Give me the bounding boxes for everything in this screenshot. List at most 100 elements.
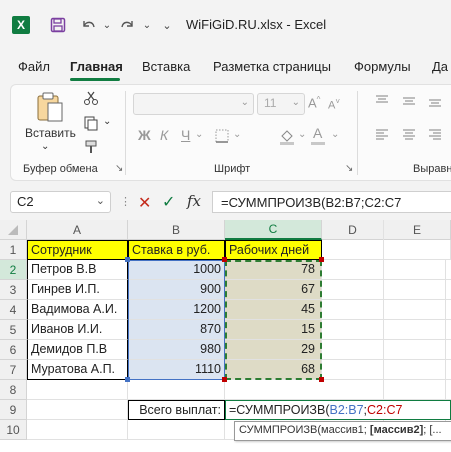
insert-function-button[interactable]: fx <box>187 192 201 210</box>
customize-toolbar-icon[interactable]: ⌄ <box>157 14 177 36</box>
clipboard-group-label: Буфер обмена <box>23 163 98 175</box>
undo-dropdown-icon[interactable]: ⌄ <box>97 14 117 36</box>
paste-dropdown-icon[interactable]: ⌄ <box>41 141 49 152</box>
name-box-value: C2 <box>17 194 34 209</box>
tab-home[interactable]: Главная <box>70 59 123 74</box>
table-header-cell[interactable]: Рабочих дней <box>225 240 322 260</box>
fill-color-icon[interactable] <box>278 127 296 148</box>
row-header[interactable]: 10 <box>0 420 27 440</box>
paste-icon[interactable] <box>35 91 65 126</box>
clipboard-launcher-icon[interactable]: ↘ <box>115 163 123 174</box>
select-all-icon <box>8 224 18 235</box>
column-header-a[interactable]: A <box>27 220 128 240</box>
column-header-e[interactable]: E <box>384 220 451 240</box>
formula-function: =СУММПРОИЗВ( <box>229 403 330 417</box>
align-right-icon[interactable] <box>428 129 442 144</box>
range-highlight-c <box>225 260 322 380</box>
column-header-b[interactable]: B <box>128 220 225 240</box>
table-cell[interactable]: Муратова А.П. <box>27 360 128 380</box>
row-header[interactable]: 5 <box>0 320 27 340</box>
row-header[interactable]: 2 <box>0 260 27 280</box>
select-all-corner[interactable] <box>0 220 27 240</box>
tab-file[interactable]: Файл <box>18 59 50 74</box>
format-painter-icon[interactable] <box>83 139 99 158</box>
cut-icon[interactable] <box>83 90 99 109</box>
font-size-value: 11 <box>264 96 277 110</box>
align-middle-icon[interactable] <box>402 95 416 110</box>
grow-font-icon[interactable]: A^ <box>308 95 320 110</box>
borders-icon[interactable] <box>214 128 230 147</box>
redo-icon[interactable] <box>118 14 138 36</box>
cancel-icon[interactable]: ✕ <box>138 193 151 213</box>
enter-icon[interactable]: ✓ <box>162 192 175 212</box>
shrink-font-icon[interactable]: A˅ <box>328 97 340 112</box>
paste-button[interactable]: Вставить <box>25 126 76 140</box>
name-box[interactable]: C2 ⌄ <box>10 191 111 213</box>
app-name: Excel <box>294 17 327 32</box>
font-size-combo[interactable]: 11 ⌄ <box>257 93 305 115</box>
total-label-cell[interactable]: Всего выплат: <box>128 400 225 420</box>
tab-formulas[interactable]: Формулы <box>354 59 411 74</box>
copy-icon[interactable] <box>83 115 99 134</box>
empty-cell[interactable] <box>384 240 451 260</box>
align-top-icon[interactable] <box>375 95 389 110</box>
formula-range-2: C2:C7 <box>367 403 403 417</box>
table-header-cell[interactable]: Сотрудник <box>27 240 128 260</box>
range-handle[interactable] <box>222 257 227 262</box>
title-bar: X ⌄ ⌄ ⌄ WiFiGiD.RU.xlsx - Excel <box>0 0 451 50</box>
row-header[interactable]: 8 <box>0 380 27 400</box>
table-cell[interactable]: Иванов И.И. <box>27 320 128 340</box>
range-handle[interactable] <box>125 257 130 262</box>
borders-dropdown-icon[interactable]: ⌄ <box>233 129 241 140</box>
align-left-icon[interactable] <box>375 129 389 144</box>
active-cell-c9[interactable]: =СУММПРОИЗВ(B2:B7;C2:C7 <box>225 400 451 420</box>
column-header-d[interactable]: D <box>322 220 384 240</box>
italic-button[interactable]: К <box>160 127 168 143</box>
font-name-combo[interactable]: ⌄ <box>133 93 254 115</box>
column-header-c[interactable]: C <box>225 220 322 240</box>
table-cell[interactable]: Петров В.В <box>27 260 128 280</box>
range-handle[interactable] <box>319 377 324 382</box>
range-highlight-b <box>128 260 225 380</box>
align-center-icon[interactable] <box>402 129 416 144</box>
table-cell[interactable]: Демидов П.В <box>27 340 128 360</box>
fill-color-dropdown-icon[interactable]: ⌄ <box>298 129 306 140</box>
tooltip-arg1: массив1; <box>321 424 370 436</box>
row-header[interactable]: 4 <box>0 300 27 320</box>
underline-dropdown-icon[interactable]: ⌄ <box>195 129 203 140</box>
table-cell[interactable]: Гинрев И.П. <box>27 280 128 300</box>
row-header[interactable]: 6 <box>0 340 27 360</box>
undo-icon[interactable] <box>78 14 98 36</box>
tab-insert[interactable]: Вставка <box>142 59 190 74</box>
row-header[interactable]: 7 <box>0 360 27 380</box>
copy-dropdown-icon[interactable]: ⌄ <box>103 116 111 127</box>
table-cell[interactable]: Вадимова А.И. <box>27 300 128 320</box>
row-header[interactable]: 9 <box>0 400 27 420</box>
row-header[interactable]: 1 <box>0 240 27 260</box>
range-handle[interactable] <box>319 257 324 262</box>
range-handle[interactable] <box>125 377 130 382</box>
formula-input[interactable]: =СУММПРОИЗВ(B2:B7;C2:C7 <box>212 191 451 213</box>
underline-button[interactable]: Ч <box>181 127 190 143</box>
tooltip-rest: ; [... <box>423 424 442 436</box>
tooltip-arg2: [массив2] <box>369 424 424 436</box>
redo-dropdown-icon[interactable]: ⌄ <box>137 14 157 36</box>
row-header[interactable]: 3 <box>0 280 27 300</box>
range-handle[interactable] <box>222 377 227 382</box>
font-color-dropdown-icon[interactable]: ⌄ <box>331 129 339 140</box>
empty-cell[interactable] <box>322 240 384 260</box>
function-argument-tooltip[interactable]: СУММПРОИЗВ(массив1; [массив2]; [... <box>234 421 451 441</box>
formula-bar: C2 ⌄ ⋮ ✕ ✓ fx =СУММПРОИЗВ(B2:B7;C2:C7 <box>0 186 451 218</box>
table-header-cell[interactable]: Ставка в руб. <box>128 240 225 260</box>
save-icon[interactable] <box>48 14 68 36</box>
align-bottom-icon[interactable] <box>428 95 442 110</box>
tab-data[interactable]: Да <box>432 59 448 74</box>
font-color-icon[interactable]: A <box>313 125 322 141</box>
formula-bar-grip-icon[interactable]: ⋮ <box>120 195 131 208</box>
bold-button[interactable]: Ж <box>138 127 151 143</box>
tab-page-layout[interactable]: Разметка страницы <box>213 59 331 74</box>
font-launcher-icon[interactable]: ↘ <box>345 163 353 174</box>
alignment-group-label: Выравн <box>413 163 451 175</box>
font-color-bar <box>311 142 325 145</box>
formula-controls: ✕ ✓ fx <box>132 191 212 213</box>
